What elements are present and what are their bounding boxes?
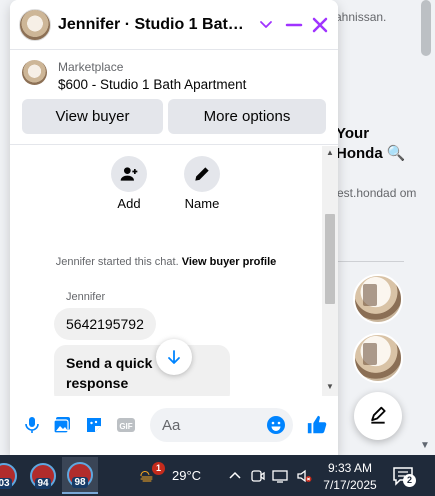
close-icon[interactable] [310, 15, 330, 35]
svg-text:GIF: GIF [119, 422, 132, 431]
listing-title[interactable]: $600 - Studio 1 Bath Apartment [58, 77, 246, 92]
taskbar-app-active[interactable]: 98 [62, 457, 98, 494]
photo-icon[interactable] [52, 415, 72, 435]
like-icon[interactable] [306, 414, 328, 436]
app-badge-label: 03 [0, 477, 12, 489]
add-person-icon [120, 167, 138, 181]
taskbar-app[interactable]: 03 [0, 457, 22, 494]
clock-date: 7/17/2025 [323, 478, 377, 492]
page-scroll-down-arrow[interactable]: ▼ [420, 440, 430, 451]
listing-thumbnail[interactable] [22, 60, 47, 85]
sponsored-ad-site[interactable]: est.hondad om [337, 186, 417, 201]
chat-header[interactable]: Jennifer · Studio 1 Bath Ap... [10, 0, 338, 50]
message-bubble[interactable]: 5642195792 [54, 308, 156, 340]
more-options-button[interactable]: More options [168, 99, 326, 134]
app-badge-label: 94 [35, 477, 51, 489]
weather-temperature[interactable]: 29°C [172, 468, 201, 483]
thread-scrollbar[interactable]: ▲ ▼ [322, 146, 338, 396]
scroll-up-arrow[interactable]: ▲ [326, 148, 334, 157]
microphone-icon[interactable] [22, 415, 42, 435]
app-icon: 94 [30, 462, 56, 489]
pencil-icon [195, 167, 209, 181]
add-contact-label: Add [117, 196, 141, 211]
set-nickname-action[interactable]: Name [177, 156, 227, 211]
message-input[interactable]: Aa [150, 408, 293, 442]
sender-name: Jennifer [66, 291, 106, 303]
view-buyer-button[interactable]: View buyer [22, 99, 163, 134]
notification-count-badge: 2 [403, 474, 416, 487]
sponsored-ad-title-text: Your Honda 🔍 [336, 125, 406, 162]
listing-source: Marketplace [58, 60, 124, 74]
chevron-down-icon[interactable] [258, 16, 274, 32]
weather-alert-badge: 1 [152, 462, 165, 475]
new-message-button[interactable] [354, 392, 402, 440]
minimized-chat-avatar[interactable] [353, 333, 403, 383]
chat-window: Jennifer · Studio 1 Bath Ap... Marketpla… [10, 0, 338, 455]
chat-title[interactable]: Jennifer · Studio 1 Bath Ap... [58, 16, 253, 34]
chat-avatar[interactable] [19, 9, 51, 41]
app-badge-label: 98 [72, 476, 88, 488]
add-contact-action[interactable]: Add [104, 156, 154, 211]
message-thread: Add Name Jennifer started this chat. Vie… [10, 146, 322, 396]
set-nickname-label: Name [184, 196, 220, 211]
clock-time: 9:33 AM [327, 461, 373, 475]
sponsored-ad-title[interactable]: Your Honda 🔍 [336, 124, 416, 164]
system-clock[interactable]: 9:33 AM 7/17/2025 [320, 460, 380, 494]
contact-name-fragment[interactable]: ahnissan. [335, 10, 386, 24]
set-nickname-button[interactable] [184, 156, 220, 192]
sticker-icon[interactable] [84, 415, 104, 435]
scroll-to-bottom-button[interactable] [156, 339, 192, 375]
view-buyer-profile-link[interactable]: View buyer profile [182, 256, 277, 268]
taskbar-app[interactable]: 94 [25, 457, 61, 494]
network-icon[interactable] [272, 468, 288, 484]
add-contact-button[interactable] [111, 156, 147, 192]
divider [338, 261, 404, 262]
chat-started-text: Jennifer started this chat. [55, 256, 179, 268]
chevron-up-icon[interactable] [227, 468, 243, 484]
right-rail [330, 0, 418, 455]
app-icon: 98 [67, 461, 93, 488]
minimized-chat-avatar[interactable] [353, 274, 403, 324]
minimize-icon[interactable] [284, 15, 304, 35]
chat-started-notice: Jennifer started this chat. View buyer p… [10, 256, 322, 268]
app-icon: 03 [0, 462, 17, 489]
emoji-icon[interactable] [266, 415, 286, 435]
quick-response-bubble[interactable]: Send a quick response [54, 345, 230, 396]
taskbar: 03 94 98 1 29°C 9:33 AM 7/17/2025 2 [0, 455, 435, 496]
message-input-placeholder: Aa [162, 417, 181, 434]
thread-scrollbar-thumb[interactable] [325, 214, 335, 304]
message-composer: GIF Aa [10, 397, 338, 455]
compose-icon [371, 406, 386, 424]
arrow-down-icon [168, 350, 180, 364]
page-scrollbar-thumb[interactable] [421, 0, 431, 56]
page-scrollbar[interactable] [418, 0, 435, 455]
scroll-down-arrow[interactable]: ▼ [326, 382, 334, 391]
gif-icon[interactable]: GIF [116, 415, 136, 435]
listing-card: Marketplace $600 - Studio 1 Bath Apartme… [10, 51, 338, 145]
meet-now-icon[interactable] [250, 468, 266, 484]
volume-muted-icon[interactable] [296, 468, 312, 484]
